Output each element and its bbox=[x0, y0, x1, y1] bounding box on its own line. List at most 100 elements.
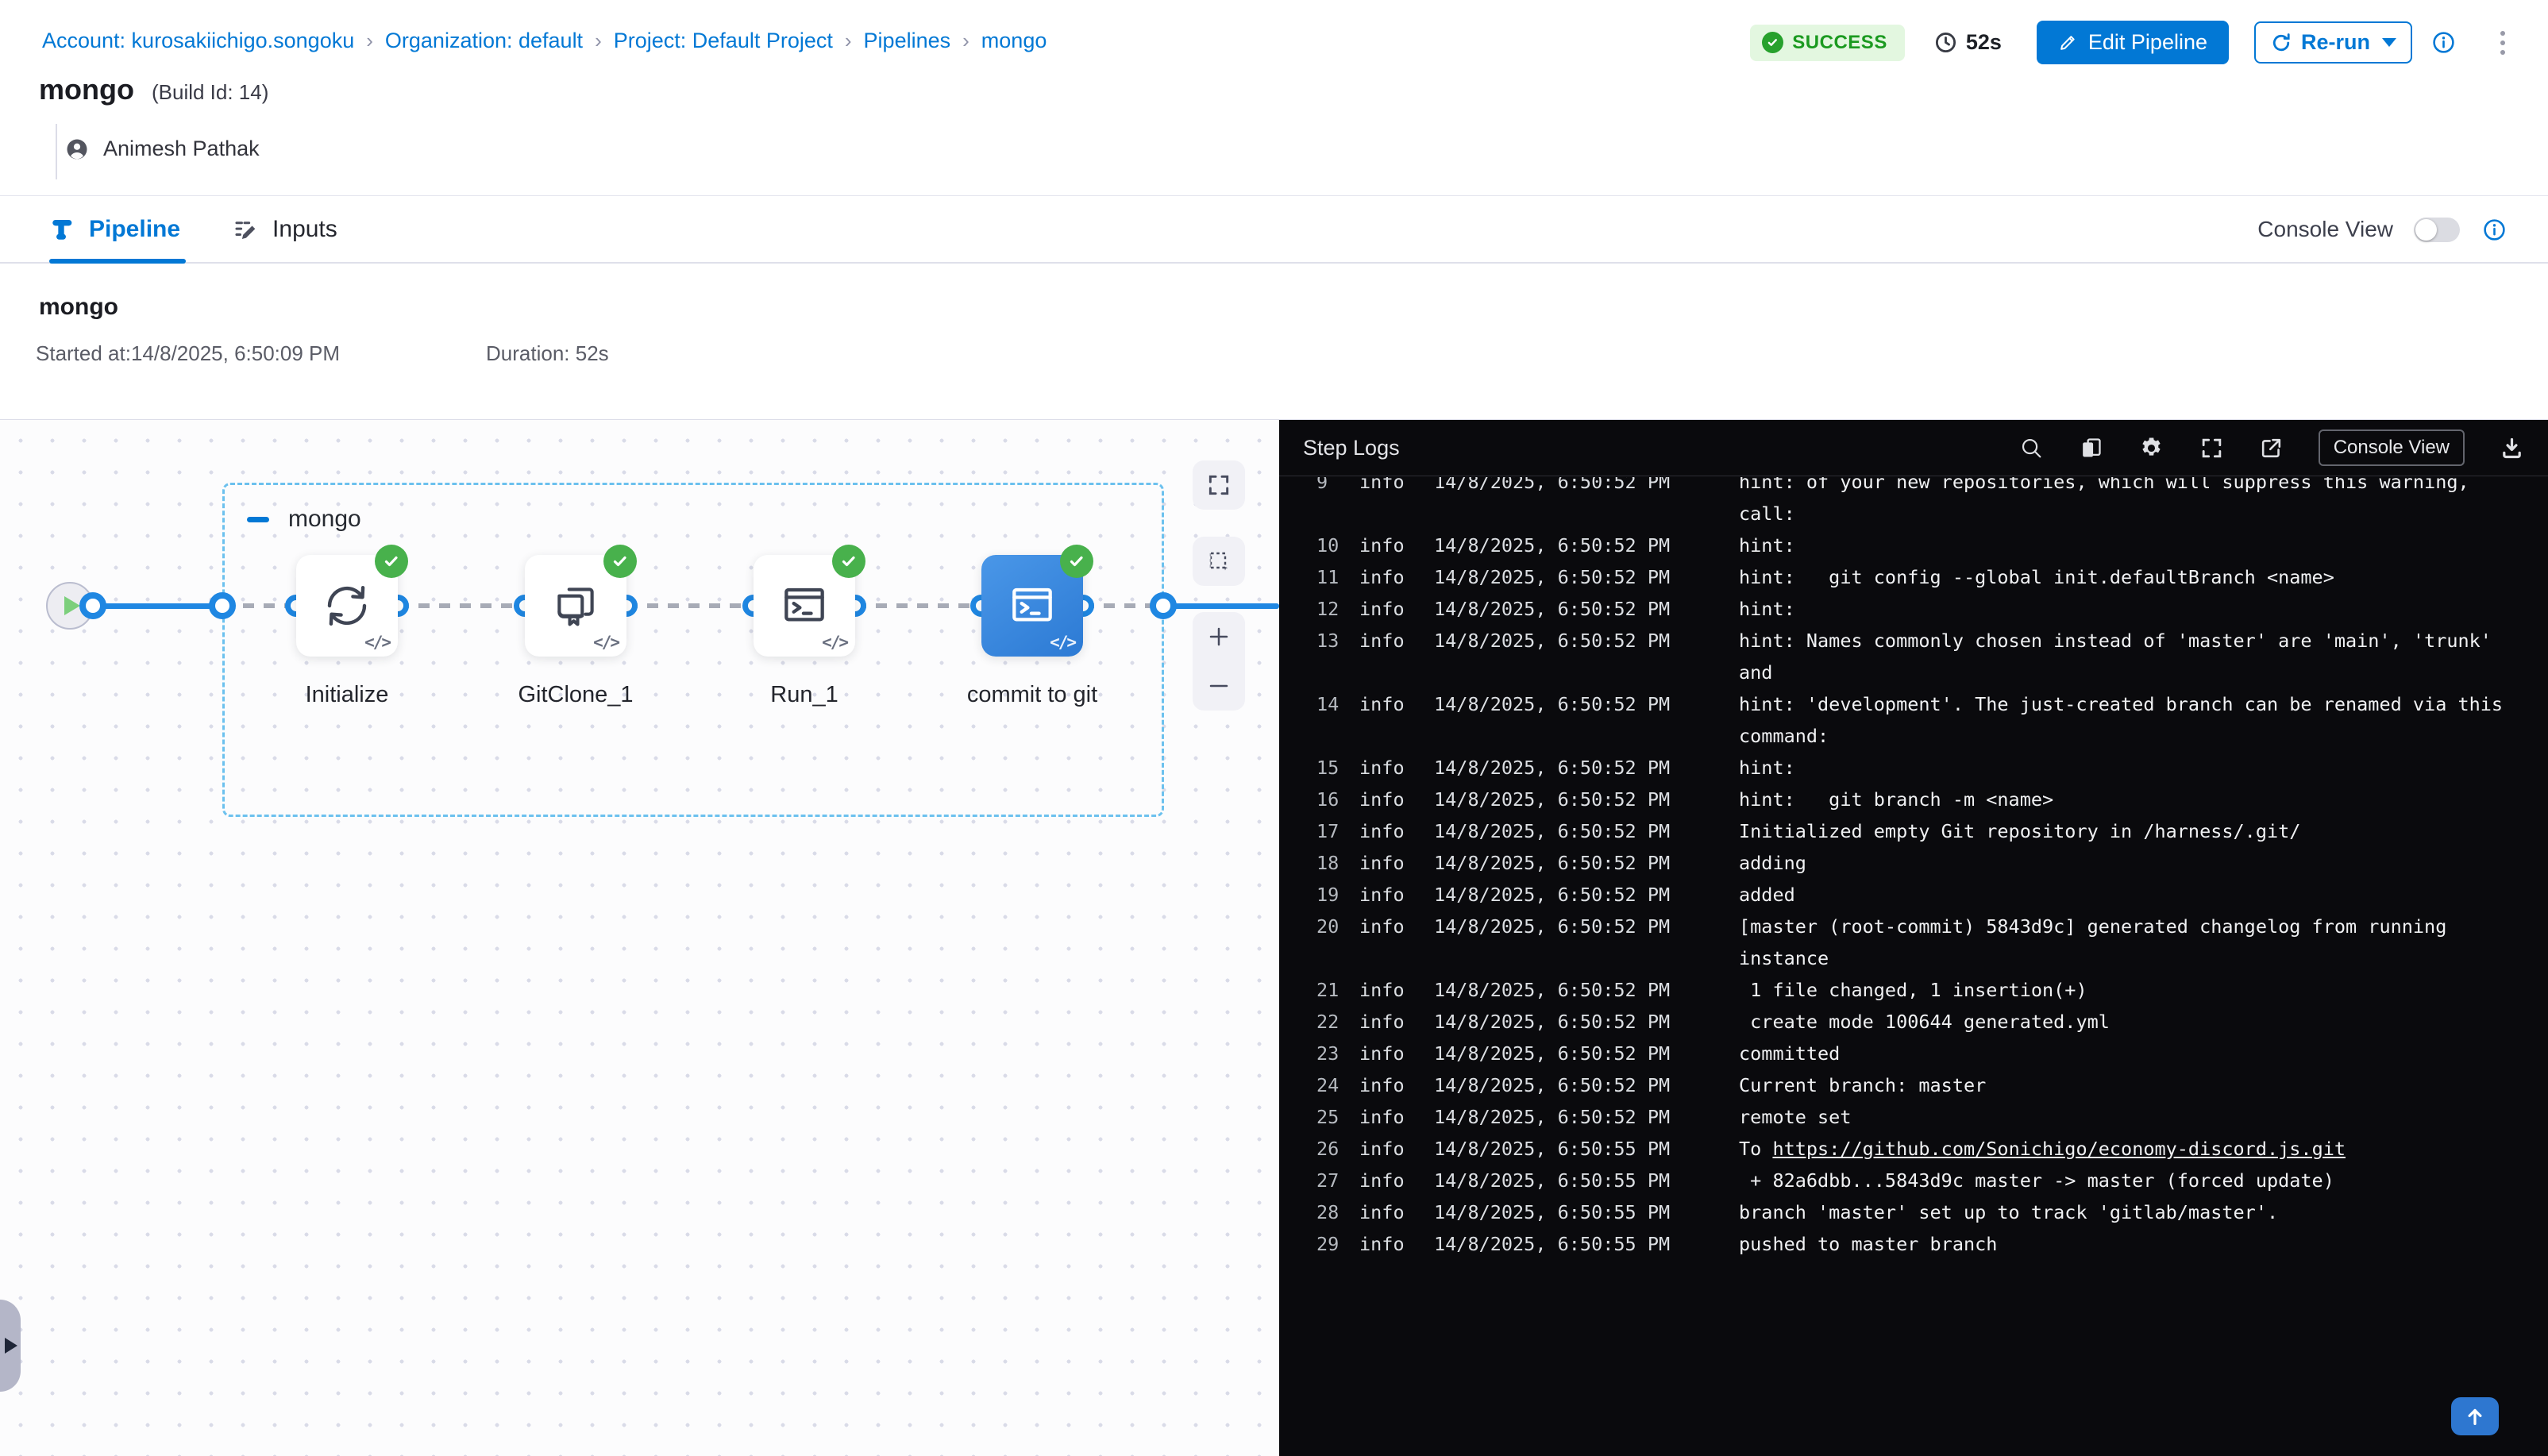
connector-dot bbox=[79, 592, 106, 619]
tab-inputs-label: Inputs bbox=[272, 216, 337, 243]
stage-group-name: mongo bbox=[288, 506, 361, 533]
code-glyph: </> bbox=[1050, 633, 1075, 652]
step-node-commit-to-git[interactable]: </> bbox=[981, 555, 1083, 657]
status-text: SUCCESS bbox=[1792, 32, 1887, 54]
log-entry: 13info14/8/2025, 6:50:52 PMhint: Names c… bbox=[1316, 625, 2526, 688]
execution-info: mongo Started at: 14/8/2025, 6:50:09 PM … bbox=[0, 265, 2548, 420]
breadcrumb-separator: › bbox=[845, 29, 852, 53]
log-content[interactable]: 9info14/8/2025, 6:50:52 PMhint: of your … bbox=[1279, 477, 2548, 1456]
marquee-select-button[interactable] bbox=[1193, 537, 1245, 586]
header-actions: SUCCESS 52s Edit Pipeline Re-run bbox=[1750, 21, 2508, 64]
success-badge-icon bbox=[1060, 545, 1093, 578]
log-entry: 25info14/8/2025, 6:50:52 PMremote set bbox=[1316, 1101, 2526, 1133]
log-entry: 9info14/8/2025, 6:50:52 PMhint: of your … bbox=[1316, 477, 2526, 530]
expand-panel-handle[interactable] bbox=[0, 1300, 21, 1392]
author-indent-line bbox=[56, 124, 57, 179]
rerun-button[interactable]: Re-run bbox=[2254, 21, 2412, 64]
console-view-label: Console View bbox=[2257, 217, 2393, 242]
log-entries: 9info14/8/2025, 6:50:52 PMhint: of your … bbox=[1316, 477, 2526, 1260]
open-external-icon[interactable] bbox=[2259, 436, 2284, 460]
tab-pipeline-label: Pipeline bbox=[89, 216, 180, 243]
connector-dot bbox=[209, 592, 236, 619]
terminal-icon bbox=[779, 580, 830, 631]
active-tab-underline bbox=[49, 259, 186, 264]
stage-group-header[interactable]: mongo bbox=[247, 506, 361, 533]
log-entry: 17info14/8/2025, 6:50:52 PMInitialized e… bbox=[1316, 815, 2526, 847]
step-logs-panel: Step Logs Console View bbox=[1279, 420, 2548, 1456]
search-icon[interactable] bbox=[2019, 436, 2044, 460]
step-node-initialize[interactable]: </> bbox=[296, 555, 398, 657]
log-entry: 21info14/8/2025, 6:50:52 PM 1 file chang… bbox=[1316, 974, 2526, 1006]
log-entry: 20info14/8/2025, 6:50:52 PM[master (root… bbox=[1316, 911, 2526, 974]
zoom-out-button[interactable] bbox=[1193, 664, 1245, 708]
breadcrumb-organization[interactable]: Organization: default bbox=[385, 29, 583, 53]
step-logs-header: Step Logs Console View bbox=[1279, 420, 2548, 476]
log-entry: 26info14/8/2025, 6:50:55 PMTo https://gi… bbox=[1316, 1133, 2526, 1165]
play-icon bbox=[64, 596, 80, 615]
breadcrumb-pipelines[interactable]: Pipelines bbox=[864, 29, 951, 53]
console-view-toggle[interactable] bbox=[2414, 218, 2460, 242]
step-label-run: Run_1 bbox=[677, 682, 931, 708]
code-glyph: </> bbox=[822, 633, 847, 652]
scroll-to-top-button[interactable] bbox=[2451, 1397, 2499, 1435]
breadcrumb-separator: › bbox=[962, 29, 969, 53]
breadcrumb-current-pipeline[interactable]: mongo bbox=[981, 29, 1047, 53]
download-icon[interactable] bbox=[2500, 436, 2524, 460]
settings-gear-icon[interactable] bbox=[2138, 435, 2164, 461]
console-view-info-icon[interactable] bbox=[2482, 218, 2507, 242]
log-entry: 29info14/8/2025, 6:50:55 PMpushed to mas… bbox=[1316, 1228, 2526, 1260]
log-entry: 28info14/8/2025, 6:50:55 PMbranch 'maste… bbox=[1316, 1196, 2526, 1228]
execution-duration: Duration: 52s bbox=[486, 341, 609, 366]
tab-inputs[interactable]: Inputs bbox=[233, 216, 337, 243]
breadcrumb: Account: kurosakiichigo.songoku › Organi… bbox=[42, 29, 1047, 53]
step-label-gitclone: GitClone_1 bbox=[449, 682, 703, 708]
step-logs-title: Step Logs bbox=[1303, 436, 1400, 460]
log-entry: 15info14/8/2025, 6:50:52 PMhint: bbox=[1316, 752, 2526, 784]
step-node-gitclone[interactable]: </> bbox=[525, 555, 626, 657]
edit-pipeline-button[interactable]: Edit Pipeline bbox=[2037, 21, 2229, 64]
breadcrumb-separator: › bbox=[366, 29, 373, 53]
chevron-right-icon bbox=[5, 1338, 17, 1354]
console-view-button[interactable]: Console View bbox=[2319, 429, 2465, 466]
step-label-commit-to-git: commit to git bbox=[905, 682, 1159, 708]
zoom-in-button[interactable] bbox=[1193, 614, 1245, 659]
edge-dashed bbox=[398, 603, 525, 608]
page-title: mongo bbox=[39, 73, 134, 106]
log-entry: 12info14/8/2025, 6:50:52 PMhint: bbox=[1316, 593, 2526, 625]
success-badge-icon bbox=[832, 545, 865, 578]
success-badge-icon bbox=[375, 545, 408, 578]
log-link[interactable]: https://github.com/Sonichigo/economy-dis… bbox=[1772, 1138, 2346, 1160]
log-entry: 19info14/8/2025, 6:50:52 PMadded bbox=[1316, 879, 2526, 911]
more-options-icon[interactable] bbox=[2497, 28, 2508, 58]
edit-pipeline-label: Edit Pipeline bbox=[2088, 30, 2207, 55]
inputs-icon bbox=[233, 216, 260, 243]
edge-dashed bbox=[855, 603, 981, 608]
edge-dashed bbox=[626, 603, 754, 608]
info-icon[interactable] bbox=[2431, 30, 2456, 55]
chevron-down-icon bbox=[2382, 38, 2396, 47]
collapse-icon[interactable] bbox=[247, 517, 269, 522]
execution-name: mongo bbox=[39, 294, 118, 321]
step-node-run[interactable]: </> bbox=[754, 555, 855, 657]
rerun-label: Re-run bbox=[2301, 30, 2370, 55]
avatar bbox=[65, 137, 89, 161]
log-entry: 11info14/8/2025, 6:50:52 PMhint: git con… bbox=[1316, 561, 2526, 593]
code-glyph: </> bbox=[364, 633, 390, 652]
tab-bar: Pipeline Inputs Console View bbox=[0, 195, 2548, 264]
breadcrumb-account[interactable]: Account: kurosakiichigo.songoku bbox=[42, 29, 354, 53]
clock-icon bbox=[1933, 30, 1958, 55]
rerun-refresh-icon bbox=[2270, 32, 2292, 54]
log-entry: 18info14/8/2025, 6:50:52 PMadding bbox=[1316, 847, 2526, 879]
tab-pipeline[interactable]: Pipeline bbox=[49, 216, 180, 243]
log-entry: 23info14/8/2025, 6:50:52 PMcommitted bbox=[1316, 1038, 2526, 1069]
pipeline-canvas[interactable]: mongo </> Initializ bbox=[0, 420, 1279, 1456]
copy-icon[interactable] bbox=[2079, 436, 2103, 460]
build-id: (Build Id: 14) bbox=[152, 80, 268, 105]
author-row: Animesh Pathak bbox=[65, 137, 260, 161]
fit-to-screen-button[interactable] bbox=[1193, 460, 1245, 510]
code-glyph: </> bbox=[593, 633, 619, 652]
connector-dot bbox=[1150, 592, 1177, 619]
log-entry: 10info14/8/2025, 6:50:52 PMhint: bbox=[1316, 530, 2526, 561]
fullscreen-icon[interactable] bbox=[2199, 436, 2224, 460]
breadcrumb-project[interactable]: Project: Default Project bbox=[614, 29, 833, 53]
